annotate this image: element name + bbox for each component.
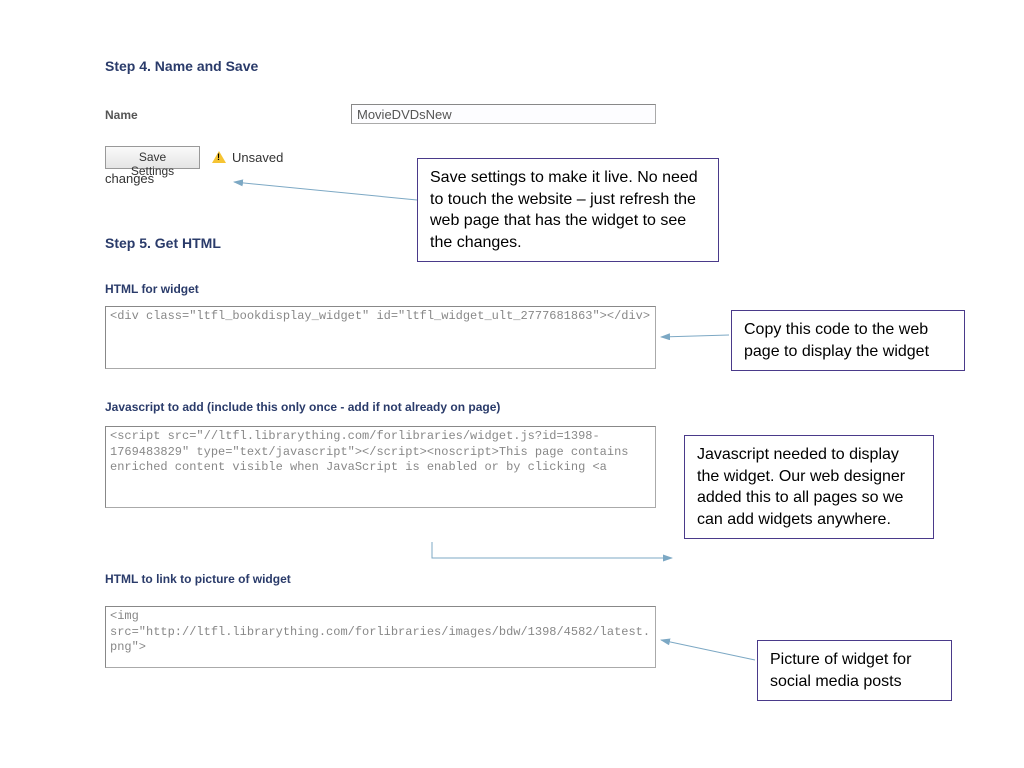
- callout-copy-html: Copy this code to the web page to displa…: [731, 310, 965, 371]
- name-label: Name: [105, 108, 138, 122]
- link-picture-label: HTML to link to picture of widget: [105, 572, 291, 586]
- js-label: Javascript to add (include this only onc…: [105, 400, 500, 414]
- callout-save: Save settings to make it live. No need t…: [417, 158, 719, 262]
- callout-javascript: Javascript needed to display the widget.…: [684, 435, 934, 539]
- html-code-box[interactable]: <div class="ltfl_bookdisplay_widget" id=…: [105, 306, 656, 369]
- status-changes: changes: [105, 171, 154, 186]
- js-code-box[interactable]: <script src="//ltfl.librarything.com/for…: [105, 426, 656, 508]
- save-settings-button[interactable]: Save Settings: [105, 146, 200, 169]
- status-unsaved: Unsaved: [232, 150, 283, 165]
- step4-heading: Step 4. Name and Save: [105, 58, 258, 74]
- step5-heading: Step 5. Get HTML: [105, 235, 221, 251]
- html-widget-label: HTML for widget: [105, 282, 199, 296]
- link-code-box[interactable]: <img src="http://ltfl.librarything.com/f…: [105, 606, 656, 668]
- name-input[interactable]: [351, 104, 656, 124]
- warning-icon: [212, 151, 226, 163]
- callout-picture: Picture of widget for social media posts: [757, 640, 952, 701]
